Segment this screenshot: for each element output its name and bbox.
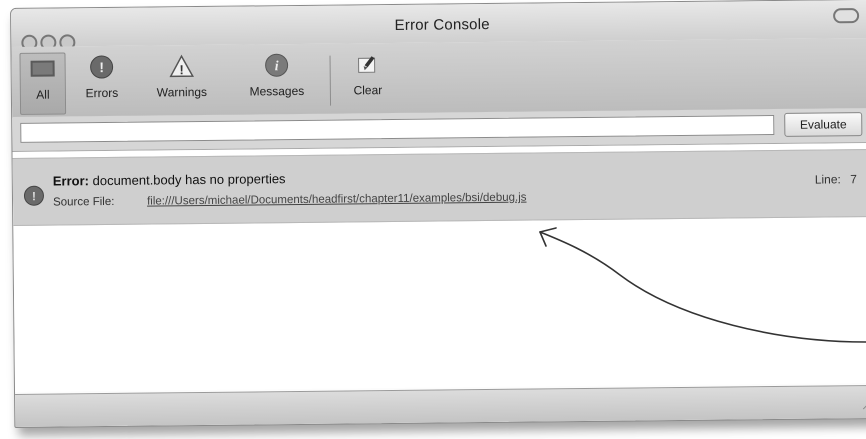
message-icon: i: [263, 50, 289, 80]
line-label: Line:: [814, 172, 841, 187]
error-console-window: Error Console All ! Errors ! Warnings i: [10, 0, 866, 428]
svg-text:!: !: [32, 189, 36, 203]
error-text: document.body has no properties: [92, 171, 286, 189]
toolbar-separator: [329, 55, 332, 106]
svg-text:i: i: [275, 59, 279, 74]
message-list: ! Error: document.body has no properties…: [12, 142, 866, 392]
svg-text:!: !: [179, 62, 184, 77]
status-bar: [15, 384, 866, 427]
toolbar-toggle-button[interactable]: [833, 8, 860, 24]
all-label: All: [36, 87, 50, 102]
line-value: 7: [850, 172, 857, 187]
all-button[interactable]: All: [19, 52, 67, 115]
error-type: Error:: [52, 173, 90, 189]
warnings-button[interactable]: ! Warnings: [145, 51, 218, 112]
evaluate-button[interactable]: Evaluate: [784, 112, 863, 137]
source-file-label: Source File:: [52, 195, 115, 209]
warning-icon: !: [168, 51, 194, 81]
line-number: Line: 7: [815, 172, 857, 186]
errors-label: Errors: [85, 85, 119, 101]
code-input[interactable]: [20, 115, 775, 143]
error-icon: !: [23, 185, 45, 212]
clear-label: Clear: [353, 83, 383, 98]
warnings-label: Warnings: [156, 84, 208, 100]
error-entry[interactable]: ! Error: document.body has no properties…: [12, 148, 866, 226]
clear-icon: [355, 49, 379, 79]
resize-grip-icon[interactable]: [861, 397, 866, 415]
toolbar: All ! Errors ! Warnings i Messages Clear: [11, 37, 866, 118]
error-icon: !: [88, 52, 114, 82]
all-icon: [29, 54, 55, 84]
messages-label: Messages: [249, 83, 305, 99]
errors-button[interactable]: ! Errors: [73, 52, 130, 113]
clear-button[interactable]: Clear: [343, 49, 392, 109]
source-file-link[interactable]: file:///Users/michael/Documents/headfirs…: [147, 192, 527, 208]
error-message: Error: document.body has no properties: [53, 171, 286, 188]
messages-button[interactable]: i Messages: [239, 50, 314, 111]
svg-text:!: !: [99, 59, 104, 75]
window-title: Error Console: [394, 15, 490, 34]
